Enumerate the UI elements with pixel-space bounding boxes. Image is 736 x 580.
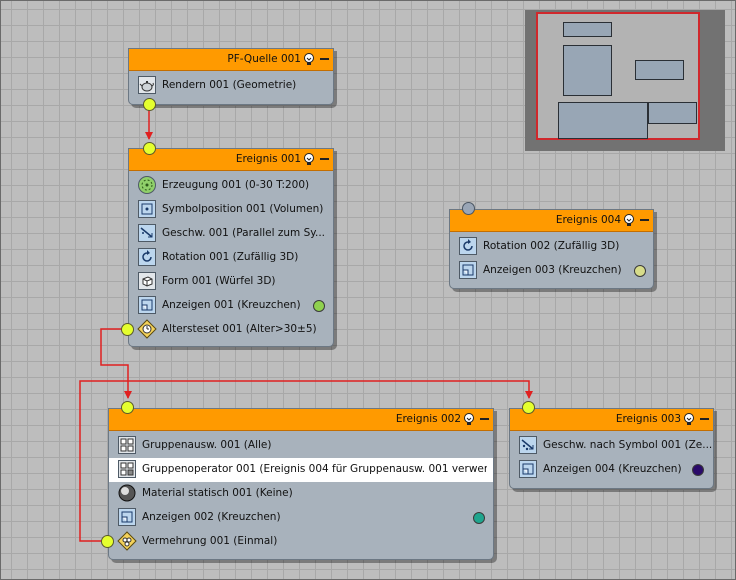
operator-row[interactable]: Anzeigen 001 (Kreuzchen)	[129, 294, 333, 318]
output-connector[interactable]	[143, 98, 156, 111]
operator-row[interactable]: Anzeigen 003 (Kreuzchen)	[450, 259, 653, 283]
operator-row[interactable]: Altersteset 001 (Alter>30±5)	[129, 318, 333, 342]
material-sphere-icon	[118, 484, 136, 502]
display-color-swatch[interactable]	[634, 265, 646, 277]
operator-row[interactable]: Gruppenausw. 001 (Alle)	[109, 434, 493, 458]
input-connector[interactable]	[522, 401, 535, 414]
operator-label: Geschw. nach Symbol 001 (Ze...	[543, 439, 713, 451]
rotation-icon	[138, 248, 156, 266]
navigator-viewport[interactable]	[536, 12, 700, 140]
display-icon	[138, 296, 156, 314]
operator-row[interactable]: Anzeigen 004 (Kreuzchen)	[510, 458, 713, 482]
operator-label: Rendern 001 (Geometrie)	[162, 79, 297, 91]
operator-label: Vermehrung 001 (Einmal)	[142, 535, 278, 547]
node-title: Ereignis 004	[555, 214, 621, 226]
node-header[interactable]: Ereignis 001	[129, 149, 333, 171]
operator-row[interactable]: Material statisch 001 (Keine)	[109, 482, 493, 506]
collapse-icon[interactable]	[640, 219, 649, 221]
wire-altersteset-to-ereignis-002	[100, 328, 132, 399]
operator-label: Anzeigen 003 (Kreuzchen)	[483, 264, 622, 276]
operator-row[interactable]: Symbolposition 001 (Volumen)	[129, 198, 333, 222]
display-color-swatch[interactable]	[313, 300, 325, 312]
node-ereignis-001[interactable]: Ereignis 001 Erzeugung 001 (0-30 T:200) …	[128, 148, 334, 347]
node-ereignis-003[interactable]: Ereignis 003 Geschw. nach Symbol 001 (Ze…	[509, 408, 714, 489]
input-connector[interactable]	[121, 401, 134, 414]
position-icon	[138, 200, 156, 218]
cube-shape-icon	[138, 272, 156, 290]
navigator-mini-node	[558, 102, 648, 139]
node-title: Ereignis 002	[395, 413, 461, 425]
teapot-render-icon	[138, 76, 156, 94]
operator-label: Anzeigen 001 (Kreuzchen)	[162, 299, 301, 311]
operator-row[interactable]: Vermehrung 001 (Einmal)	[109, 530, 493, 554]
operator-row[interactable]: Rendern 001 (Geometrie)	[129, 74, 333, 98]
node-header[interactable]: Ereignis 004	[450, 210, 653, 232]
display-icon	[118, 508, 136, 526]
operator-row[interactable]: Anzeigen 002 (Kreuzchen)	[109, 506, 493, 530]
input-connector[interactable]	[462, 202, 475, 215]
age-test-icon	[137, 319, 157, 339]
operator-row[interactable]: Rotation 001 (Zufällig 3D)	[129, 246, 333, 270]
lightbulb-icon[interactable]	[462, 412, 476, 426]
node-ereignis-002[interactable]: Ereignis 002 Gruppenausw. 001 (Alle) Gru…	[108, 408, 494, 560]
lightbulb-icon[interactable]	[302, 152, 316, 166]
operator-label: Anzeigen 002 (Kreuzchen)	[142, 511, 281, 523]
node-title: PF-Quelle 001	[227, 53, 301, 65]
navigator-panel[interactable]	[525, 10, 725, 151]
node-pf-quelle[interactable]: PF-Quelle 001 Rendern 001 (Geometrie)	[128, 48, 334, 105]
display-color-swatch[interactable]	[692, 464, 704, 476]
operator-label: Symbolposition 001 (Volumen)	[162, 203, 324, 215]
test-output-connector[interactable]	[121, 323, 134, 336]
node-ereignis-004[interactable]: Ereignis 004 Rotation 002 (Zufällig 3D) …	[449, 209, 654, 289]
group-operator-icon	[118, 460, 136, 478]
display-icon	[459, 261, 477, 279]
spawn-test-icon	[117, 531, 137, 551]
operator-row[interactable]: Rotation 002 (Zufällig 3D)	[450, 235, 653, 259]
operator-label: Form 001 (Würfel 3D)	[162, 275, 276, 287]
speed-by-icon	[519, 436, 537, 454]
operator-row[interactable]: Geschw. nach Symbol 001 (Ze...	[510, 434, 713, 458]
collapse-icon[interactable]	[700, 418, 709, 420]
navigator-mini-node	[563, 45, 612, 96]
operator-label: Rotation 001 (Zufällig 3D)	[162, 251, 299, 263]
operator-label: Altersteset 001 (Alter>30±5)	[162, 323, 317, 335]
speed-icon	[138, 224, 156, 242]
operator-label: Gruppenausw. 001 (Alle)	[142, 439, 272, 451]
lightbulb-icon[interactable]	[622, 213, 636, 227]
operator-row[interactable]: Erzeugung 001 (0-30 T:200)	[129, 174, 333, 198]
input-connector[interactable]	[143, 142, 156, 155]
node-header[interactable]: Ereignis 002	[109, 409, 493, 431]
node-title: Ereignis 003	[615, 413, 681, 425]
display-color-swatch[interactable]	[473, 512, 485, 524]
operator-label: Gruppenoperator 001 (Ereignis 004 für Gr…	[142, 463, 487, 475]
navigator-mini-node	[635, 60, 684, 80]
lightbulb-icon[interactable]	[302, 52, 316, 66]
collapse-icon[interactable]	[320, 58, 329, 60]
test-output-connector[interactable]	[101, 535, 114, 548]
lightbulb-icon[interactable]	[682, 412, 696, 426]
operator-row-selected[interactable]: Gruppenoperator 001 (Ereignis 004 für Gr…	[109, 458, 493, 482]
node-header[interactable]: PF-Quelle 001	[129, 49, 333, 71]
operator-row[interactable]: Form 001 (Würfel 3D)	[129, 270, 333, 294]
birth-emitter-icon	[138, 176, 156, 194]
display-icon	[519, 460, 537, 478]
node-title: Ereignis 001	[235, 153, 301, 165]
group-select-icon	[118, 436, 136, 454]
operator-label: Anzeigen 004 (Kreuzchen)	[543, 463, 682, 475]
operator-label: Material statisch 001 (Keine)	[142, 487, 293, 499]
collapse-icon[interactable]	[480, 418, 489, 420]
collapse-icon[interactable]	[320, 158, 329, 160]
operator-label: Erzeugung 001 (0-30 T:200)	[162, 179, 310, 191]
navigator-mini-node	[563, 22, 612, 37]
node-header[interactable]: Ereignis 003	[510, 409, 713, 431]
navigator-mini-node	[648, 102, 697, 124]
operator-label: Rotation 002 (Zufällig 3D)	[483, 240, 620, 252]
operator-row[interactable]: Geschw. 001 (Parallel zum Sy...	[129, 222, 333, 246]
rotation-icon	[459, 237, 477, 255]
operator-label: Geschw. 001 (Parallel zum Sy...	[162, 227, 325, 239]
